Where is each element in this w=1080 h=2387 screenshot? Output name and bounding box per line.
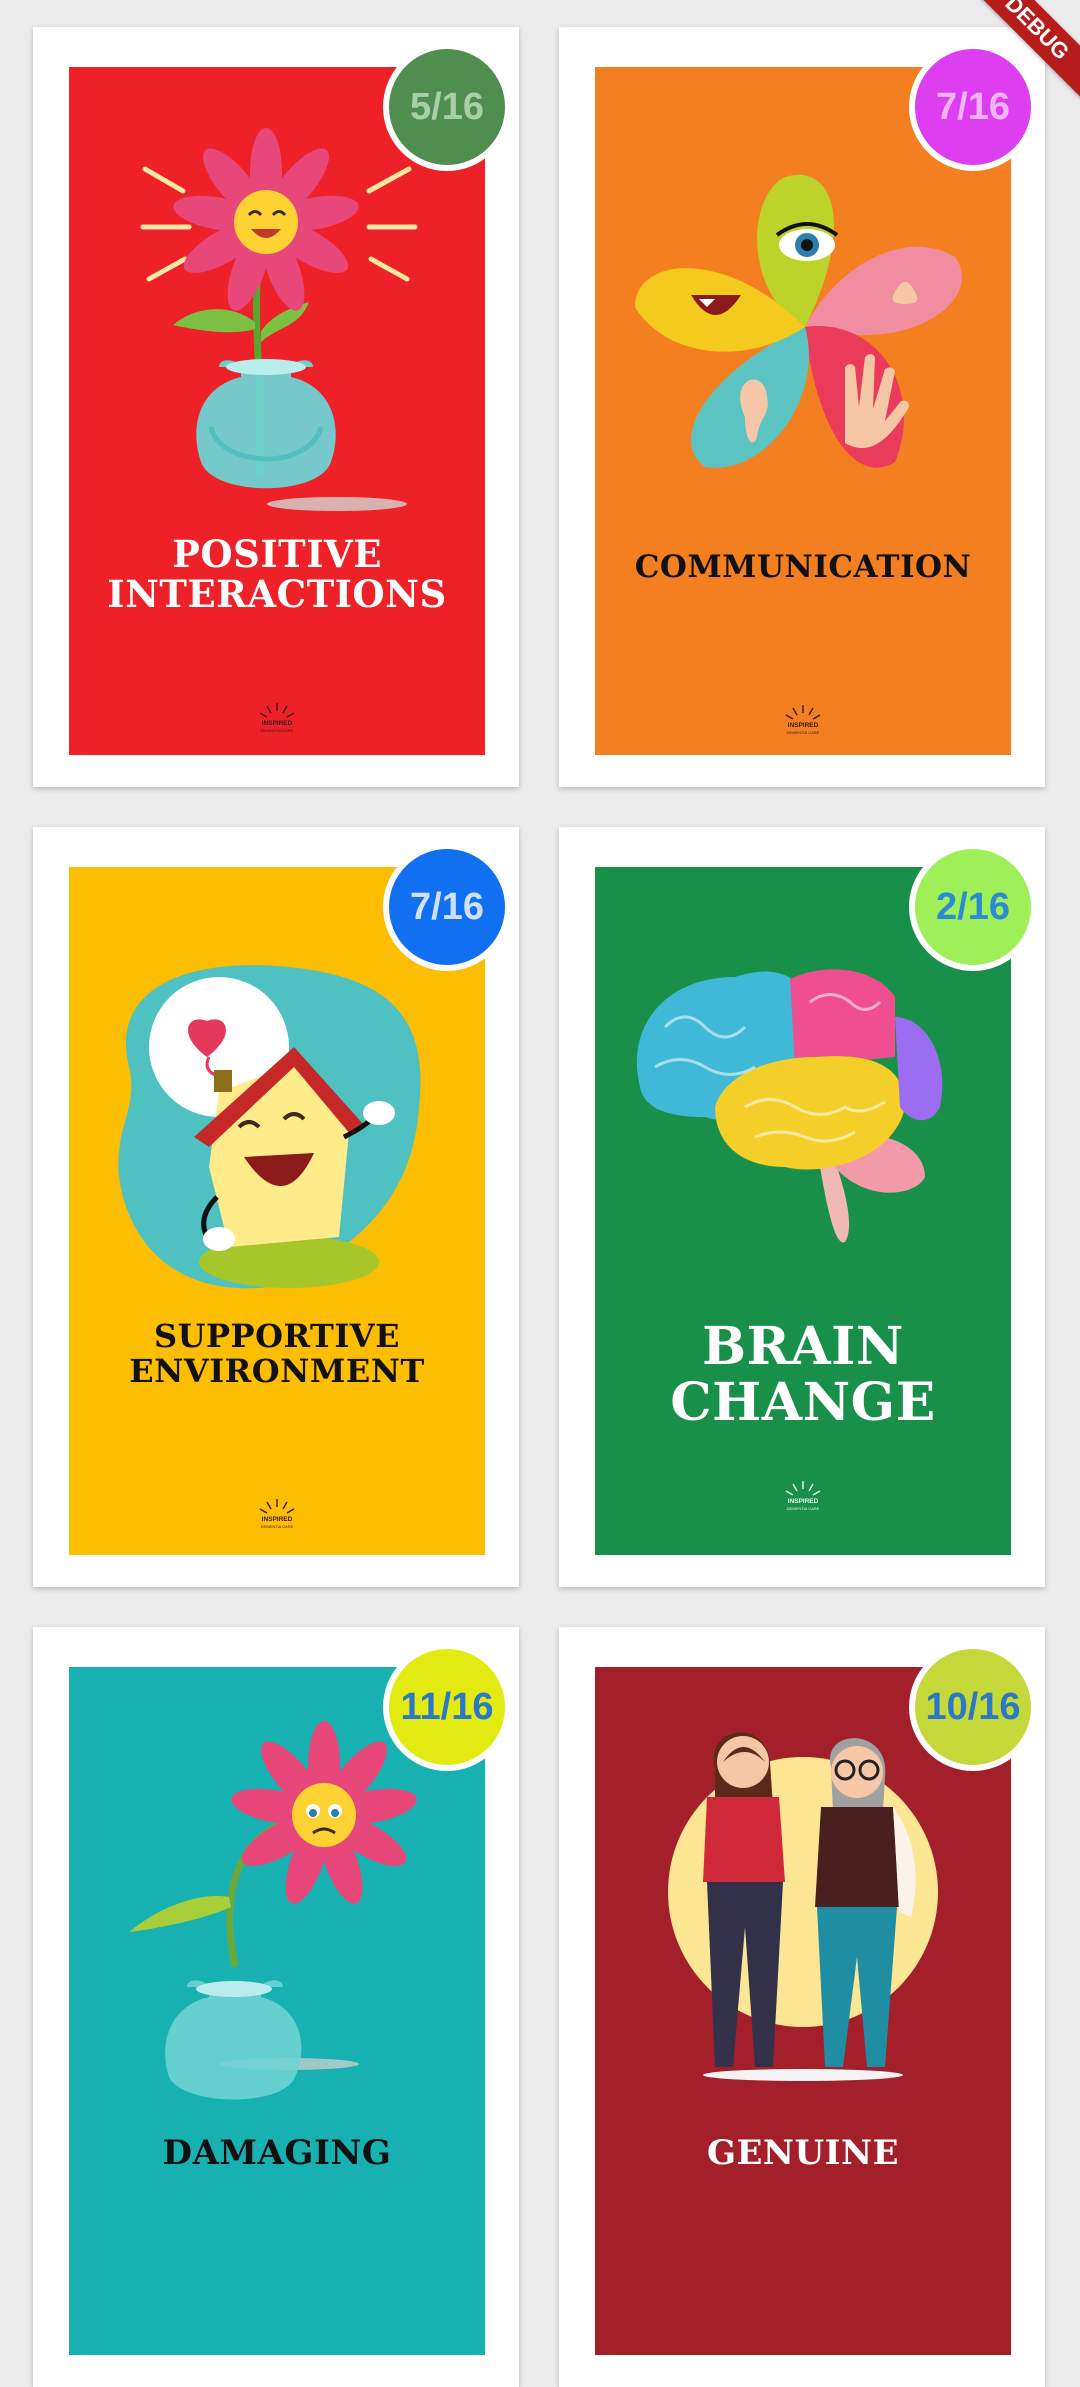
sunburst-logo-icon: INSPIRED DEMENTIA CARE — [785, 1481, 821, 1511]
card-title: POSITIVE INTERACTIONS — [69, 532, 485, 616]
progress-badge: 7/16 — [383, 843, 511, 971]
card-grid: POSITIVE INTERACTIONS INSPIRED DEMENTIA … — [0, 0, 1080, 2387]
card-title-line1: BRAIN — [702, 1316, 904, 1377]
poster-brain-change: BRAIN CHANGE INSPIRED DEMENTIA CARE — [595, 867, 1011, 1555]
progress-badge: 2/16 — [909, 843, 1037, 971]
five-senses-petals-illustration — [635, 174, 962, 468]
card-title: GENUINE — [595, 2135, 1011, 2172]
card-title-line1: GENUINE — [706, 2133, 900, 2173]
logo-subtext: DEMENTIA CARE — [261, 728, 294, 733]
sad-wilting-flower-illustration — [129, 1721, 417, 2100]
card-title-line2: ENVIRONMENT — [129, 1351, 425, 1390]
card-title: DAMAGING — [69, 2135, 485, 2172]
brand-logo: INSPIRED DEMENTIA CARE — [69, 1497, 485, 1538]
progress-badge: 11/16 — [383, 1643, 511, 1771]
debug-banner: DEBUG — [980, 0, 1080, 100]
debug-ribbon-label: DEBUG — [980, 0, 1080, 100]
card-damaging[interactable]: DAMAGING 11/16 — [33, 1627, 519, 2387]
logo-subtext: DEMENTIA CARE — [261, 1524, 294, 1529]
two-women-smiling-illustration — [668, 1732, 938, 2081]
card-positive-interactions[interactable]: POSITIVE INTERACTIONS INSPIRED DEMENTIA … — [33, 27, 519, 787]
card-communication[interactable]: COMMUNICATION INSPIRED DEMENTIA CARE 7/1… — [559, 27, 1045, 787]
card-genuine[interactable]: GENUINE 10/16 — [559, 1627, 1045, 2387]
brand-logo: INSPIRED DEMENTIA CARE — [595, 1479, 1011, 1520]
sunburst-logo-icon: INSPIRED DEMENTIA CARE — [785, 705, 821, 735]
card-brain-change[interactable]: BRAIN CHANGE INSPIRED DEMENTIA CARE 2/16 — [559, 827, 1045, 1587]
card-title: SUPPORTIVE ENVIRONMENT — [69, 1319, 485, 1388]
card-title-line1: DAMAGING — [162, 2133, 392, 2173]
card-supportive-environment[interactable]: SUPPORTIVE ENVIRONMENT INSPIRED DEMENTIA… — [33, 827, 519, 1587]
poster-genuine: GENUINE — [595, 1667, 1011, 2355]
card-title-line2: INTERACTIONS — [107, 571, 447, 616]
card-title-line1: SUPPORTIVE — [153, 1317, 401, 1355]
sunburst-logo-icon: INSPIRED DEMENTIA CARE — [259, 1499, 295, 1529]
progress-badge: 5/16 — [383, 43, 511, 171]
logo-text: INSPIRED — [262, 1516, 293, 1523]
card-title: BRAIN CHANGE — [595, 1316, 1011, 1434]
brand-logo: INSPIRED DEMENTIA CARE — [595, 703, 1011, 744]
sunburst-logo-icon: INSPIRED DEMENTIA CARE — [259, 703, 295, 733]
happy-house-with-heart-illustration — [118, 965, 421, 1289]
colorful-brain-illustration — [636, 969, 943, 1243]
logo-text: INSPIRED — [262, 720, 293, 727]
brand-logo: INSPIRED DEMENTIA CARE — [69, 701, 485, 742]
happy-flower-in-vase-illustration — [140, 128, 418, 511]
card-title-line1: COMMUNICATION — [634, 549, 972, 585]
logo-text: INSPIRED — [788, 1498, 819, 1505]
card-title: COMMUNICATION — [595, 549, 1011, 585]
poster-positive-interactions: POSITIVE INTERACTIONS INSPIRED DEMENTIA … — [69, 67, 485, 755]
card-title-line1: POSITIVE — [172, 532, 382, 576]
logo-text: INSPIRED — [788, 722, 819, 729]
logo-subtext: DEMENTIA CARE — [787, 730, 820, 735]
poster-damaging: DAMAGING — [69, 1667, 485, 2355]
progress-badge: 10/16 — [909, 1643, 1037, 1771]
logo-subtext: DEMENTIA CARE — [787, 1506, 820, 1511]
card-title-line2: CHANGE — [670, 1372, 936, 1434]
poster-communication: COMMUNICATION INSPIRED DEMENTIA CARE — [595, 67, 1011, 755]
poster-supportive-environment: SUPPORTIVE ENVIRONMENT INSPIRED DEMENTIA… — [69, 867, 485, 1555]
